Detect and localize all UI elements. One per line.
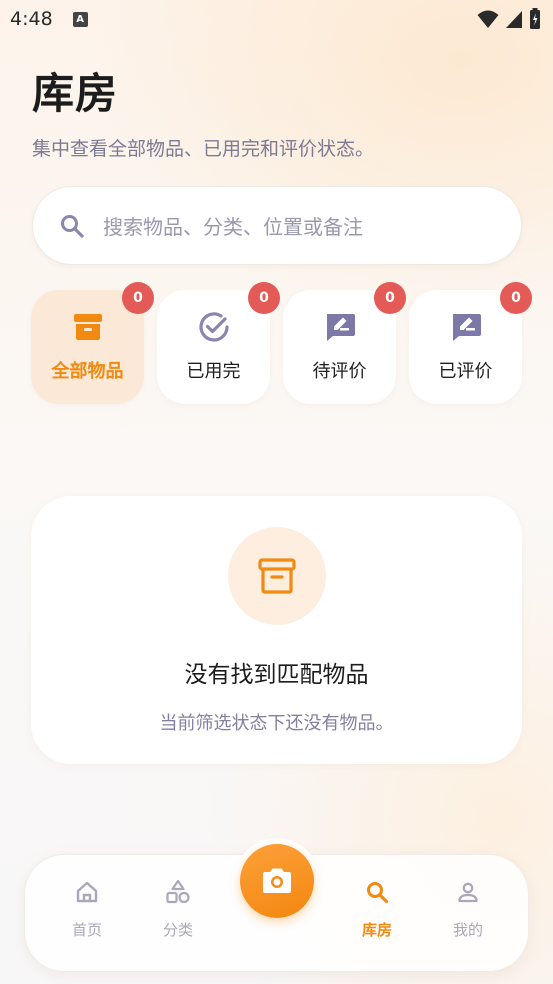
count-badge: 0	[374, 282, 406, 314]
empty-state-description: 当前筛选状态下还没有物品。	[159, 713, 394, 734]
page-title: 库房	[32, 69, 119, 118]
filter-all-items[interactable]: 全部物品 0	[31, 282, 154, 404]
count-badge: 0	[122, 282, 154, 314]
empty-state-card: 没有找到匹配物品 当前筛选状态下还没有物品。	[31, 496, 522, 764]
home-icon	[74, 879, 100, 905]
empty-state-title: 没有找到匹配物品	[184, 662, 369, 688]
count-badge: 0	[500, 282, 532, 314]
nav-label: 分类	[162, 921, 193, 939]
status-icons	[477, 8, 541, 30]
filter-pending-review[interactable]: 待评价 0	[283, 282, 406, 404]
nav-label: 首页	[71, 921, 102, 939]
filter-label: 已评价	[438, 361, 493, 382]
check-circle-icon	[197, 310, 231, 344]
rate-edit-icon	[449, 310, 483, 344]
nav-label: 库房	[361, 921, 392, 939]
camera-button-ring	[234, 838, 320, 924]
search-icon	[61, 214, 84, 238]
search-icon	[364, 879, 390, 905]
category-icon	[165, 879, 191, 905]
person-icon	[455, 879, 481, 905]
camera-button[interactable]	[240, 844, 314, 918]
status-time: 4:48	[10, 8, 53, 30]
filter-tabs: 全部物品 0 已用完 0 待评价 0 已评价 0	[31, 282, 532, 404]
nav-item-home[interactable]: 首页	[52, 879, 122, 940]
status-bar: 4:48 A	[0, 0, 553, 38]
filter-reviewed[interactable]: 已评价 0	[409, 282, 532, 404]
filter-label: 已用完	[186, 361, 241, 382]
filter-label: 全部物品	[51, 361, 124, 382]
nav-item-profile[interactable]: 我的	[433, 879, 503, 940]
signal-icon	[506, 11, 522, 28]
nav-item-warehouse[interactable]: 库房	[342, 879, 412, 940]
count-badge: 0	[248, 282, 280, 314]
archive-icon	[257, 558, 296, 594]
nav-item-category[interactable]: 分类	[143, 879, 213, 940]
battery-icon	[530, 8, 540, 29]
empty-state-icon-circle	[227, 527, 326, 625]
archive-icon	[71, 310, 105, 344]
page-subtitle: 集中查看全部物品、已用完和评价状态。	[32, 138, 375, 160]
wifi-icon	[477, 10, 499, 28]
filter-used-up[interactable]: 已用完 0	[157, 282, 280, 404]
notification-icon: A	[72, 11, 88, 27]
nav-label: 我的	[452, 921, 483, 939]
camera-icon	[263, 868, 291, 893]
search-input[interactable]: 搜索物品、分类、位置或备注	[32, 186, 522, 265]
search-placeholder: 搜索物品、分类、位置或备注	[103, 215, 363, 239]
rate-edit-icon	[323, 310, 357, 344]
filter-label: 待评价	[312, 361, 367, 382]
